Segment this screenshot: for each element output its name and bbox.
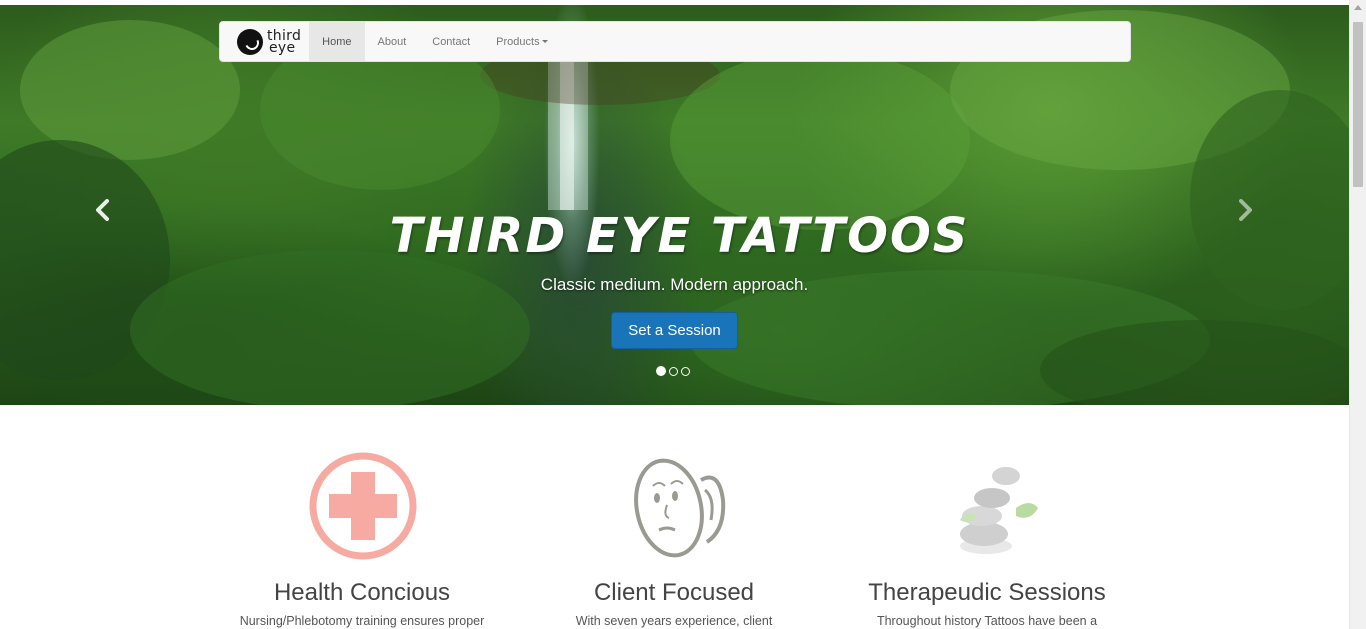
feature-text: Throughout history Tattoos have been a	[876, 614, 1098, 628]
feature-title: Therapeudic Sessions	[868, 579, 1106, 606]
carousel-next-icon[interactable]	[1233, 198, 1257, 222]
set-session-button[interactable]: Set a Session	[611, 312, 738, 349]
scroll-up-icon[interactable]	[1354, 5, 1362, 10]
scrollbar-thumb[interactable]	[1353, 22, 1363, 187]
nav-products-dropdown[interactable]: Products	[483, 22, 560, 61]
hero-title: THIRD EYE TATTOOS	[389, 208, 970, 264]
brand-logo[interactable]: third eye	[220, 22, 309, 61]
main-navbar: third eye Home About Contact Products	[219, 21, 1131, 62]
feature-text: Nursing/Phlebotomy training ensures prop…	[239, 614, 485, 628]
hero-subtitle: Classic medium. Modern approach.	[540, 275, 809, 294]
brand-text-eye: eye	[269, 39, 296, 56]
carousel-prev-icon[interactable]	[91, 198, 115, 222]
caret-down-icon	[541, 40, 548, 43]
feature-title: Health Concious	[273, 579, 451, 606]
carousel-indicator-1[interactable]	[656, 366, 666, 376]
spa-stones-icon	[932, 450, 1044, 562]
medical-cross-icon	[307, 450, 419, 562]
carousel-indicator-2[interactable]	[669, 367, 678, 376]
carousel-caption: THIRD EYE TATTOOS Classic medium. Modern…	[0, 200, 1349, 298]
feature-text: With seven years experience, client	[575, 614, 773, 628]
carousel-indicators	[656, 366, 690, 376]
nav-contact[interactable]: Contact	[419, 22, 483, 61]
page-scrollbar[interactable]	[1349, 0, 1366, 629]
listening-face-icon	[619, 450, 731, 562]
nav-home[interactable]: Home	[309, 22, 365, 61]
nav-products-label: Products	[496, 35, 540, 48]
carousel-indicator-3[interactable]	[681, 367, 690, 376]
nav-about[interactable]: About	[365, 22, 420, 61]
third-eye-logo-icon	[237, 28, 263, 55]
feature-title: Client Focused	[593, 579, 755, 606]
features-section: Health Concious Nursing/Phlebotomy train…	[0, 405, 1349, 629]
